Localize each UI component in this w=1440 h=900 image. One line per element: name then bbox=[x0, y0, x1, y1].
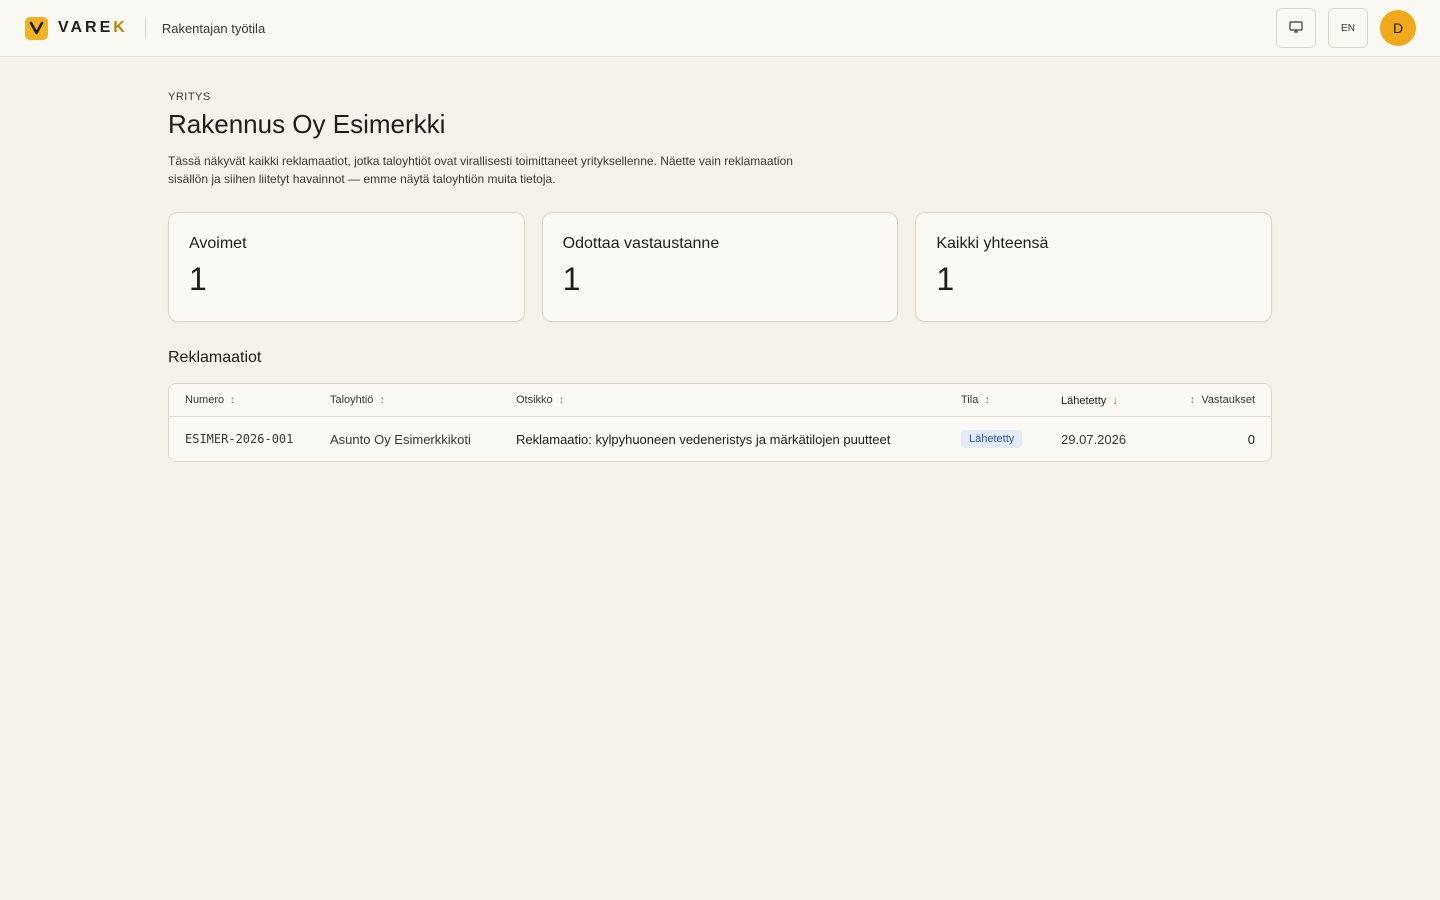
cell-taloyhtio: Asunto Oy Esimerkkikoti bbox=[330, 431, 471, 447]
stat-value: 1 bbox=[562, 261, 581, 297]
table-row[interactable]: ESIMER-2026-001 Asunto Oy Esimerkkikoti … bbox=[169, 417, 1271, 461]
header-divider bbox=[144, 18, 146, 38]
claims-table: Numero ↕ Taloyhtiö ↕ Otsikko ↕ Tila ↕ Lähete… bbox=[168, 383, 1272, 462]
stat-value: 1 bbox=[189, 261, 207, 297]
brand-name: VAREK bbox=[58, 19, 128, 36]
top-bar: VAREK Rakentajan työtila EN D bbox=[0, 0, 1440, 57]
stat-card-awaiting: Odottaa vastaustanne 1 bbox=[541, 212, 899, 322]
cell-lahetetty: 29.07.2026 bbox=[1061, 431, 1127, 447]
sort-icon: ↕ bbox=[230, 394, 236, 406]
sort-icon: ↕ bbox=[1189, 394, 1196, 406]
cell-vastaukset: 0 bbox=[1247, 431, 1255, 447]
cell-tila: Lähetetty bbox=[961, 430, 1061, 448]
column-header-numero[interactable]: Numero ↕ bbox=[185, 394, 330, 406]
status-badge: Lähetetty bbox=[961, 430, 1023, 448]
page-title: Rakennus Oy Esimerkki bbox=[168, 109, 446, 139]
brand-logo[interactable]: VAREK bbox=[25, 16, 128, 40]
column-header-taloyhtio[interactable]: Taloyhtiö ↕ bbox=[330, 394, 516, 406]
logo-v-icon bbox=[25, 16, 48, 40]
column-header-tila[interactable]: Tila ↕ bbox=[961, 394, 1061, 406]
column-header-lahetetty[interactable]: Lähetetty ↓ bbox=[1061, 393, 1171, 407]
stat-card-total: Kaikki yhteensä 1 bbox=[915, 212, 1273, 322]
stat-cards: Avoimet 1 Odottaa vastaustanne 1 Kaikki … bbox=[168, 212, 1273, 322]
cell-otsikko[interactable]: Reklamaatio: kylpyhuoneen vedeneristys j… bbox=[516, 432, 961, 447]
stat-label: Kaikki yhteensä bbox=[936, 235, 1049, 252]
sort-icon: ↕ bbox=[558, 394, 565, 406]
sort-desc-icon: ↓ bbox=[1112, 393, 1119, 407]
monitor-icon bbox=[1289, 20, 1303, 36]
stat-label: Avoimet bbox=[189, 235, 247, 252]
workspace-label: Rakentajan työtila bbox=[161, 20, 266, 36]
stat-value: 1 bbox=[936, 261, 955, 297]
user-avatar[interactable]: D bbox=[1380, 10, 1416, 46]
stat-card-open: Avoimet 1 bbox=[168, 212, 525, 322]
claims-section-title: Reklamaatiot bbox=[168, 349, 262, 366]
page-intro: Tässä näkyvät kaikki reklamaatiot, jotka… bbox=[168, 154, 793, 186]
display-mode-button[interactable] bbox=[1276, 8, 1316, 48]
table-header: Numero ↕ Taloyhtiö ↕ Otsikko ↕ Tila ↕ Lähete… bbox=[169, 384, 1271, 417]
language-button[interactable]: EN bbox=[1328, 8, 1368, 48]
column-header-vastaukset[interactable]: ↕ Vastaukset bbox=[1171, 394, 1255, 406]
page-eyebrow: YRITYS bbox=[168, 91, 211, 103]
cell-numero: ESIMER-2026-001 bbox=[185, 432, 294, 446]
main-content: YRITYS Rakennus Oy Esimerkki Tässä näkyv… bbox=[168, 57, 1273, 462]
stat-label: Odottaa vastaustanne bbox=[562, 235, 720, 252]
sort-icon: ↕ bbox=[379, 394, 385, 406]
column-header-otsikko[interactable]: Otsikko ↕ bbox=[516, 394, 961, 406]
sort-icon: ↕ bbox=[984, 394, 990, 406]
